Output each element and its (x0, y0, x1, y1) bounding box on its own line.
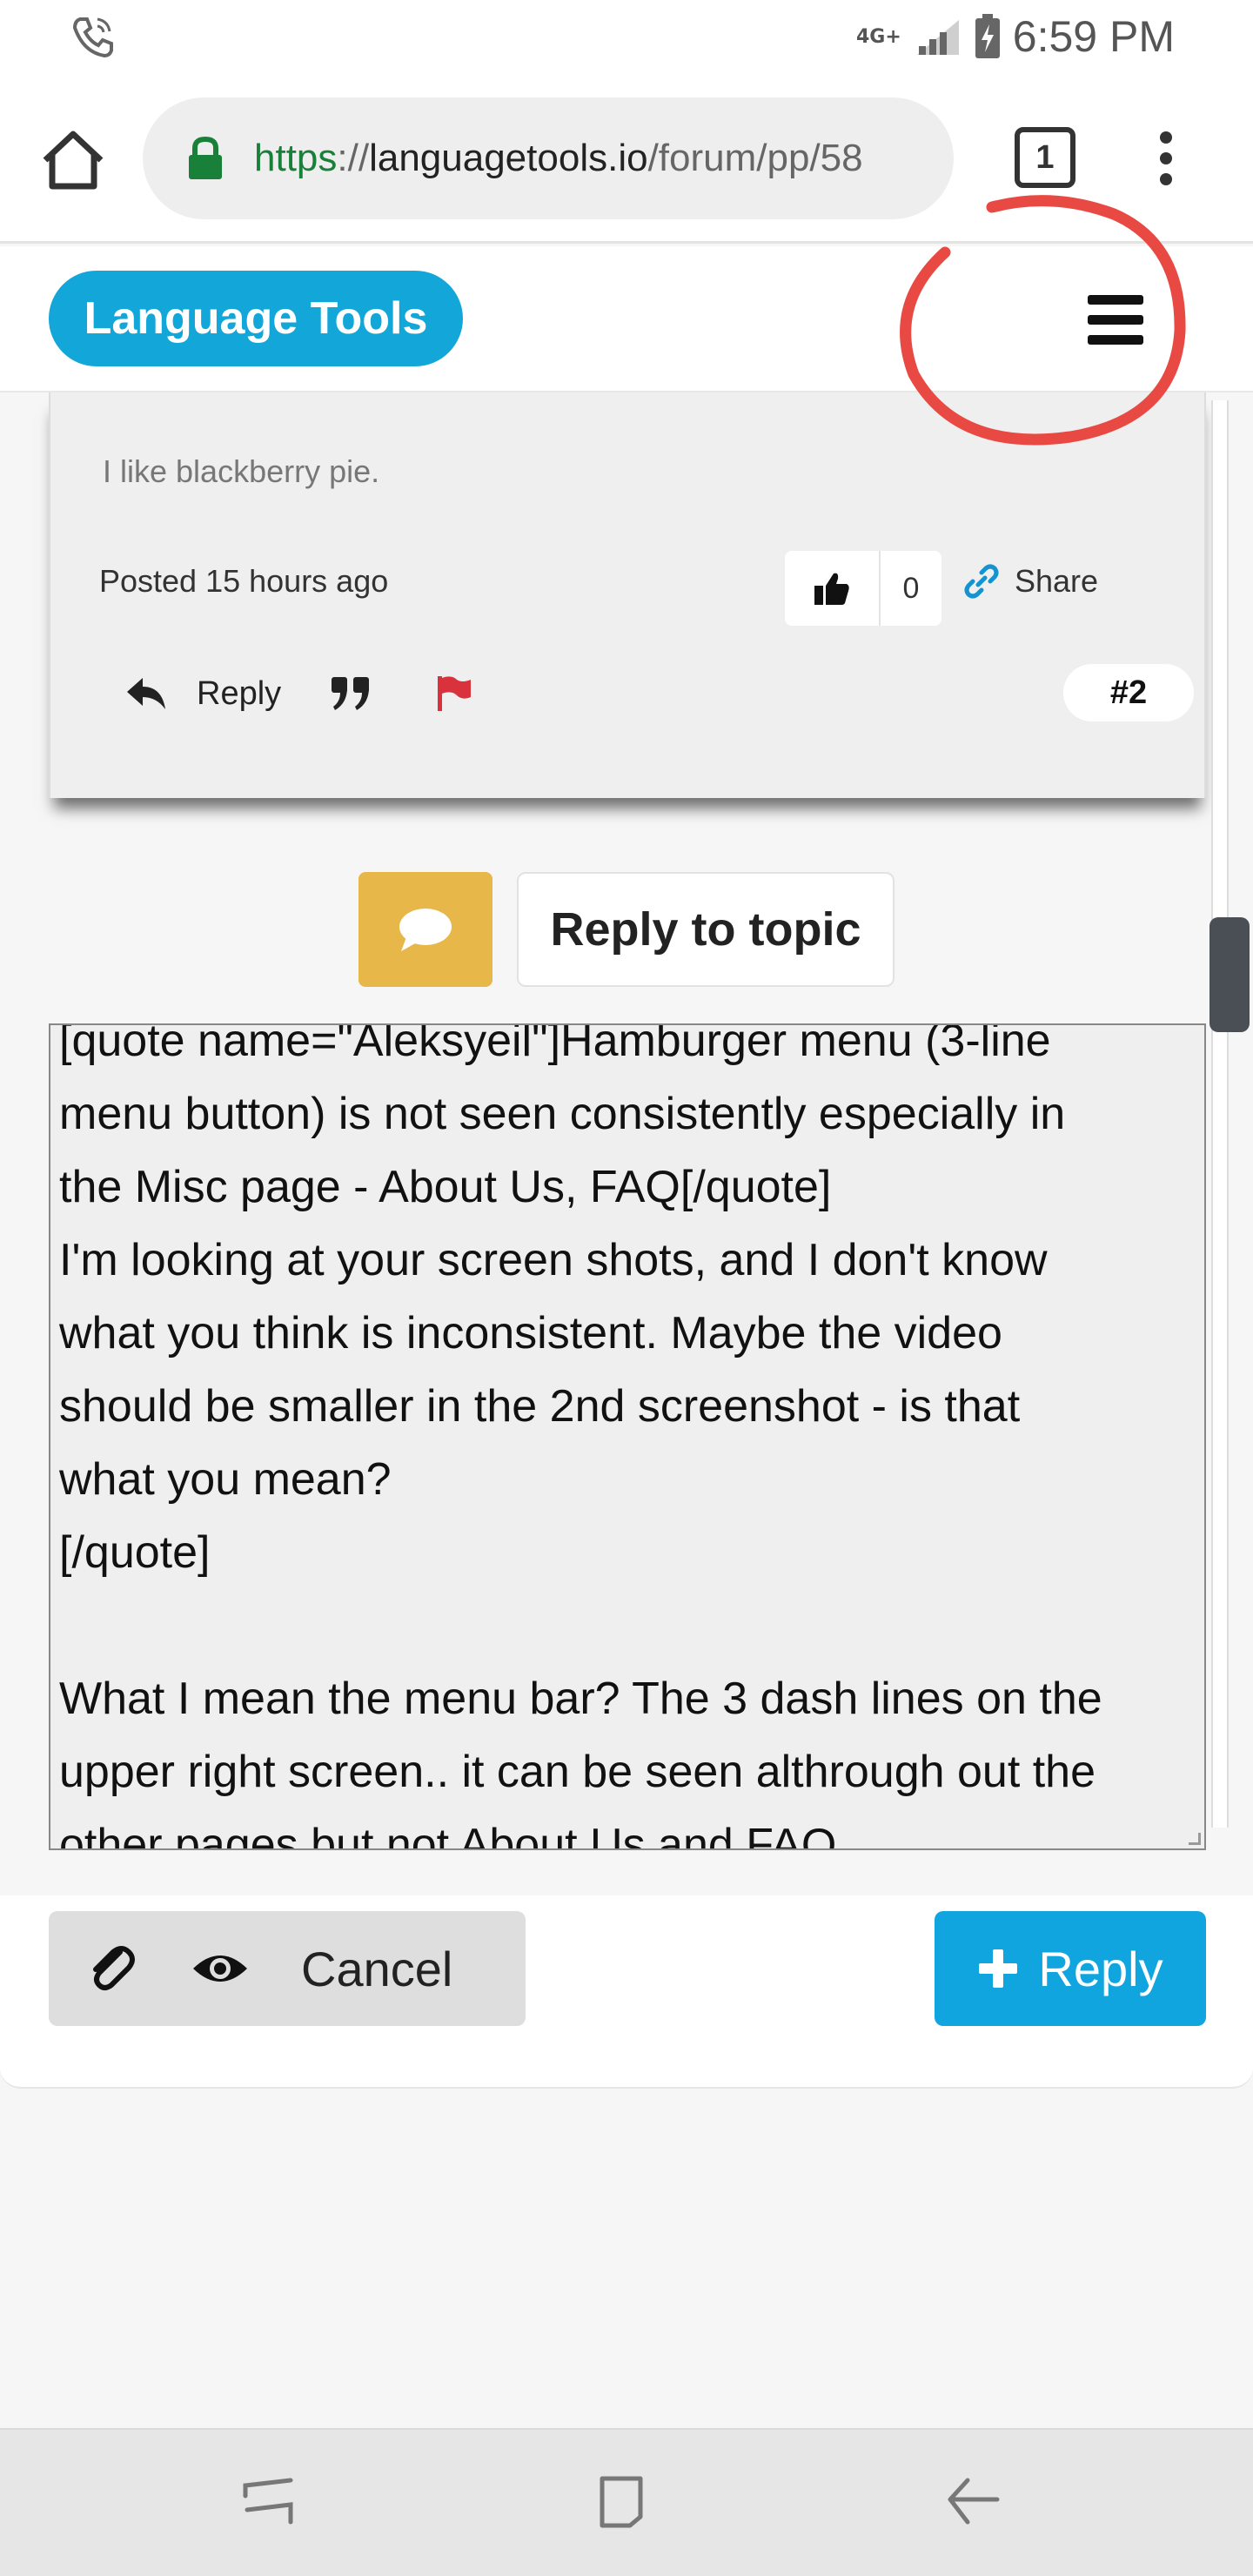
chat-bubble-icon (399, 909, 452, 951)
thumbs-up-icon (814, 573, 849, 605)
cancel-button[interactable]: Cancel (301, 1941, 452, 1997)
plus-icon (979, 1949, 1018, 1988)
hamburger-icon[interactable] (1088, 295, 1143, 345)
quote-icon[interactable] (330, 675, 372, 712)
resize-handle[interactable] (1189, 1833, 1201, 1845)
post-number-badge[interactable]: #2 (1063, 664, 1194, 721)
post-actions: Reply (125, 659, 472, 728)
status-bar: 4G+ 6:59 PM (0, 0, 1253, 73)
back-icon[interactable] (945, 2473, 1001, 2529)
network-type: 4G+ (855, 25, 901, 48)
share-button[interactable]: Share (964, 563, 1098, 600)
tabs-icon[interactable]: 1 (1015, 127, 1075, 188)
scrollbar-thumb[interactable] (1209, 917, 1250, 1032)
clock: 6:59 PM (1012, 12, 1175, 61)
url-separator: :// (337, 137, 370, 179)
scrollbar-track[interactable] (1211, 400, 1229, 1828)
battery-charging-icon (975, 14, 1000, 58)
editor-tools: Cancel (49, 1911, 526, 2026)
site-header: Language Tools (0, 246, 1253, 392)
post-card: I like blackberry pie. Posted 15 hours a… (49, 392, 1206, 798)
flag-icon[interactable] (434, 674, 472, 713)
reply-arrow-icon[interactable] (125, 674, 167, 713)
tab-count: 1 (1035, 138, 1055, 176)
reply-text: [quote name="Aleksyeil"]Hamburger menu (… (59, 1023, 1102, 1850)
eye-icon[interactable] (191, 1949, 249, 1988)
phone-call-icon (72, 17, 113, 58)
post-body: I like blackberry pie. (103, 453, 380, 489)
link-icon (964, 564, 999, 599)
reply-button[interactable]: Reply (935, 1911, 1206, 2026)
system-nav-bar (0, 2428, 1253, 2576)
like-button[interactable] (785, 551, 879, 626)
share-label: Share (1015, 563, 1099, 599)
url-path: /forum/pp/58 (647, 137, 863, 179)
reply-to-topic-button[interactable]: Reply to topic (517, 872, 895, 987)
url-scheme: https (254, 137, 338, 179)
signal-icon (916, 20, 959, 55)
address-bar[interactable]: https://languagetools.io/forum/pp/58 (143, 97, 954, 219)
reply-button-label: Reply (1038, 1941, 1163, 1996)
brand-logo[interactable]: Language Tools (49, 271, 463, 366)
post-reply-label[interactable]: Reply (197, 675, 281, 713)
reply-textarea[interactable]: [quote name="Aleksyeil"]Hamburger menu (… (49, 1023, 1206, 1850)
url-text: https://languagetools.io/forum/pp/58 (254, 136, 863, 181)
recent-apps-icon[interactable] (240, 2475, 298, 2532)
like-group: 0 (785, 551, 941, 626)
url-host: languagetools.io (369, 137, 648, 179)
lock-icon (189, 136, 222, 179)
chat-button[interactable] (358, 872, 492, 987)
post-timestamp: Posted 15 hours ago (99, 563, 389, 599)
more-vert-icon[interactable] (1149, 131, 1183, 186)
like-count: 0 (879, 551, 941, 626)
browser-toolbar: https://languagetools.io/forum/pp/58 1 (0, 73, 1253, 244)
paperclip-icon[interactable] (85, 1940, 137, 1997)
home-nav-icon[interactable] (595, 2473, 647, 2529)
home-icon[interactable] (38, 125, 108, 195)
